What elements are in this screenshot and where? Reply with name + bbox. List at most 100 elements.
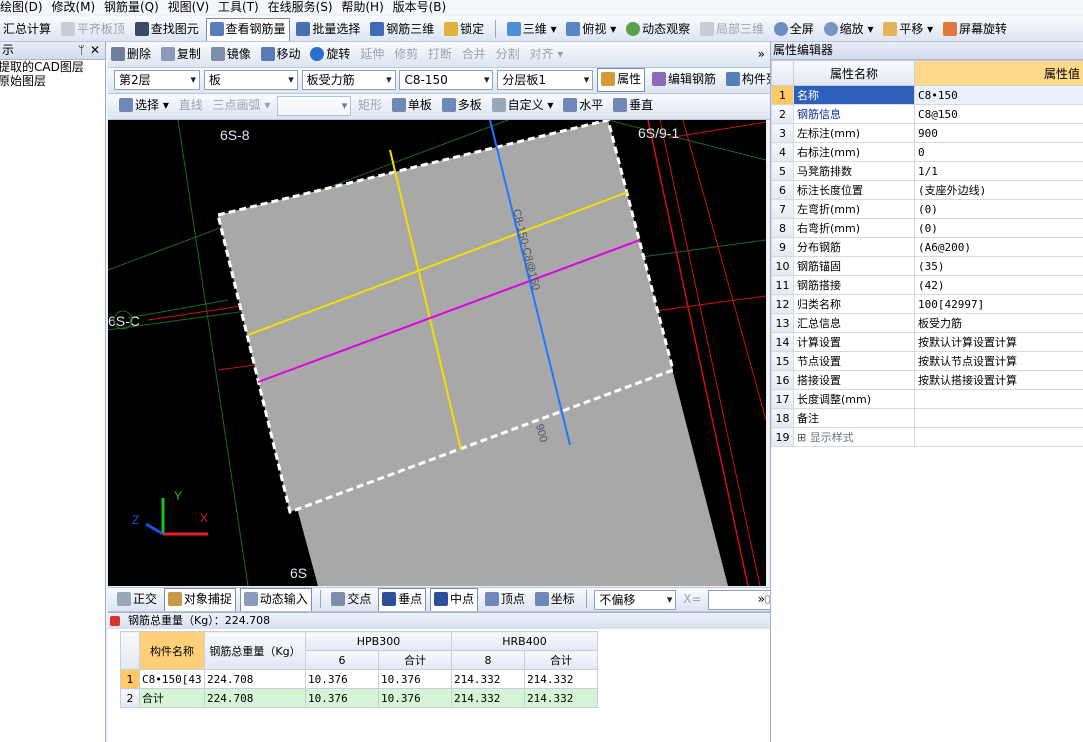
property-value[interactable]: C8@150 bbox=[914, 104, 1083, 124]
property-value[interactable]: 900 bbox=[914, 123, 1083, 143]
close-icon[interactable]: ✕ bbox=[90, 42, 100, 59]
menu-modify[interactable]: 修改(M) bbox=[51, 1, 95, 13]
multi-board-button[interactable]: 多板 bbox=[439, 94, 485, 116]
toolbar-overflow-icon[interactable]: » bbox=[755, 43, 768, 65]
custom-button[interactable]: 自定义 ▾ bbox=[489, 94, 557, 116]
property-value[interactable] bbox=[914, 389, 1083, 409]
floor-select[interactable]: 第2层 bbox=[114, 70, 200, 90]
split-button[interactable]: 分割 bbox=[493, 43, 523, 65]
table-row-total[interactable]: 2 合计 224.708 10.376 10.376 214.332 214.3… bbox=[120, 688, 598, 708]
property-value[interactable] bbox=[914, 427, 1083, 447]
top-view-button[interactable]: 俯视 ▾ bbox=[563, 18, 619, 40]
property-row[interactable]: 10 钢筋锚固 (35) bbox=[771, 256, 1083, 276]
view-rebar-quantity-button[interactable]: 查看钢筋量 bbox=[205, 18, 290, 41]
property-value[interactable]: 按默认计算设置计算 bbox=[914, 332, 1083, 352]
close-icon[interactable] bbox=[110, 616, 120, 626]
horizontal-button[interactable]: 水平 bbox=[560, 94, 606, 116]
rebar-type-select[interactable]: 板受力筋 bbox=[301, 70, 396, 90]
fullscreen-button[interactable]: 全屏 bbox=[771, 18, 817, 40]
property-row[interactable]: 13 汇总信息 板受力筋 bbox=[771, 313, 1083, 333]
table-row[interactable]: 1 C8•150[43 224.708 10.376 10.376 214.33… bbox=[120, 669, 598, 689]
property-value[interactable]: (支座外边线) bbox=[914, 180, 1083, 200]
extend-button[interactable]: 延伸 bbox=[357, 43, 387, 65]
menu-rebar-quantity[interactable]: 钢筋量(Q) bbox=[104, 1, 159, 13]
flat-top-button[interactable]: 平齐板顶 bbox=[58, 18, 128, 40]
property-row[interactable]: 16 搭接设置 按默认搭接设置计算 bbox=[771, 370, 1083, 390]
single-board-button[interactable]: 单板 bbox=[389, 94, 435, 116]
menu-draw[interactable]: 绘图(D) bbox=[0, 1, 43, 13]
intersection-snap[interactable]: 交点 bbox=[328, 588, 374, 610]
delete-button[interactable]: 删除 bbox=[108, 43, 154, 65]
zoom-button[interactable]: 缩放 ▾ bbox=[821, 18, 877, 40]
property-row[interactable]: 9 分布钢筋 (A6@200) bbox=[771, 237, 1083, 257]
property-value[interactable]: (0) bbox=[914, 199, 1083, 219]
property-value[interactable]: (35) bbox=[914, 256, 1083, 276]
property-row[interactable]: 17 长度调整(mm) bbox=[771, 389, 1083, 409]
coordinate-snap[interactable]: 坐标 bbox=[532, 588, 578, 610]
local-3d-button[interactable]: 局部三维 bbox=[697, 18, 767, 40]
align-button[interactable]: 对齐 ▾ bbox=[526, 43, 566, 65]
property-row[interactable]: 5 马凳筋排数 1/1 bbox=[771, 161, 1083, 181]
pin-icon[interactable]: ᛘ bbox=[78, 42, 85, 59]
property-row[interactable]: 18 备注 bbox=[771, 408, 1083, 428]
drawing-canvas[interactable]: 6S-8 6S/9-1 6S-C 6S C8-150-C8@150 900 X … bbox=[108, 120, 766, 586]
mirror-button[interactable]: 镜像 bbox=[208, 43, 254, 65]
pan-button[interactable]: 平移 ▾ bbox=[880, 18, 936, 40]
property-value[interactable]: (0) bbox=[914, 218, 1083, 238]
property-value[interactable]: 0 bbox=[914, 142, 1083, 162]
property-row[interactable]: 7 左弯折(mm) (0) bbox=[771, 199, 1083, 219]
line-button[interactable]: 直线 bbox=[176, 94, 206, 116]
copy-button[interactable]: 复制 bbox=[158, 43, 204, 65]
menu-help[interactable]: 帮助(H) bbox=[341, 1, 383, 13]
lock-button[interactable]: 锁定 bbox=[441, 18, 487, 40]
properties-button[interactable]: 属性 bbox=[597, 68, 646, 92]
property-row[interactable]: 14 计算设置 按默认计算设置计算 bbox=[771, 332, 1083, 352]
property-row[interactable]: 8 右弯折(mm) (0) bbox=[771, 218, 1083, 238]
menu-version[interactable]: 版本号(B) bbox=[393, 1, 447, 13]
property-row[interactable]: 19 ⊞ 显示样式 bbox=[771, 427, 1083, 447]
trim-button[interactable]: 修剪 bbox=[391, 43, 421, 65]
rebar-3d-button[interactable]: 钢筋三维 bbox=[367, 18, 437, 40]
menu-tools[interactable]: 工具(T) bbox=[218, 1, 259, 13]
property-row[interactable]: 12 归类名称 100[42997] bbox=[771, 294, 1083, 314]
draw-mode-select[interactable] bbox=[277, 96, 352, 116]
property-value[interactable]: 100[42997] bbox=[914, 294, 1083, 314]
three-d-button[interactable]: 三维 ▾ bbox=[504, 18, 560, 40]
property-value[interactable]: 1/1 bbox=[914, 161, 1083, 181]
property-row[interactable]: 2 钢筋信息 C8@150 bbox=[771, 104, 1083, 124]
object-snap-toggle[interactable]: 对象捕捉 bbox=[163, 588, 236, 611]
select-button[interactable]: 选择 ▾ bbox=[116, 94, 172, 116]
property-row[interactable]: 1 名称 C8•150 bbox=[771, 85, 1083, 105]
layer-item-original[interactable]: 原始图层 bbox=[0, 74, 105, 88]
dynamic-view-button[interactable]: 动态观察 bbox=[623, 18, 693, 40]
property-value[interactable]: (42) bbox=[914, 275, 1083, 295]
vertex-snap[interactable]: 顶点 bbox=[482, 588, 528, 610]
find-element-button[interactable]: 查找图元 bbox=[132, 18, 202, 40]
batch-select-button[interactable]: 批量选择 bbox=[293, 18, 363, 40]
arc-button[interactable]: 三点画弧 ▾ bbox=[210, 94, 274, 116]
summary-calc-button[interactable]: 汇总计算 bbox=[0, 18, 54, 40]
property-row[interactable]: 6 标注长度位置 (支座外边线) bbox=[771, 180, 1083, 200]
menu-online-service[interactable]: 在线服务(S) bbox=[268, 1, 333, 13]
break-button[interactable]: 打断 bbox=[425, 43, 455, 65]
property-value[interactable]: (A6@200) bbox=[914, 237, 1083, 257]
rotate-screen-button[interactable]: 屏幕旋转 bbox=[940, 18, 1010, 40]
offset-select[interactable]: 不偏移 bbox=[594, 590, 677, 610]
property-row[interactable]: 4 右标注(mm) 0 bbox=[771, 142, 1083, 162]
property-value[interactable] bbox=[914, 408, 1083, 428]
component-list-button[interactable]: 构件列表 bbox=[723, 68, 770, 90]
move-button[interactable]: 移动 bbox=[258, 43, 304, 65]
perpendicular-snap[interactable]: 垂点 bbox=[378, 588, 427, 611]
ortho-toggle[interactable]: 正交 bbox=[114, 588, 160, 610]
rotate-button[interactable]: 旋转 bbox=[307, 43, 353, 65]
dynamic-input-toggle[interactable]: 动态输入 bbox=[239, 588, 312, 611]
spec-select[interactable]: C8-150 bbox=[399, 70, 494, 90]
property-value[interactable]: 按默认搭接设置计算 bbox=[914, 370, 1083, 390]
menu-view[interactable]: 视图(V) bbox=[168, 1, 210, 13]
property-value[interactable]: 按默认节点设置计算 bbox=[914, 351, 1083, 371]
merge-button[interactable]: 合并 bbox=[459, 43, 489, 65]
element-type-select[interactable]: 板 bbox=[203, 70, 298, 90]
vertical-button[interactable]: 垂直 bbox=[610, 94, 656, 116]
layer-select[interactable]: 分层板1 bbox=[497, 70, 594, 90]
rect-button[interactable]: 矩形 bbox=[355, 94, 385, 116]
